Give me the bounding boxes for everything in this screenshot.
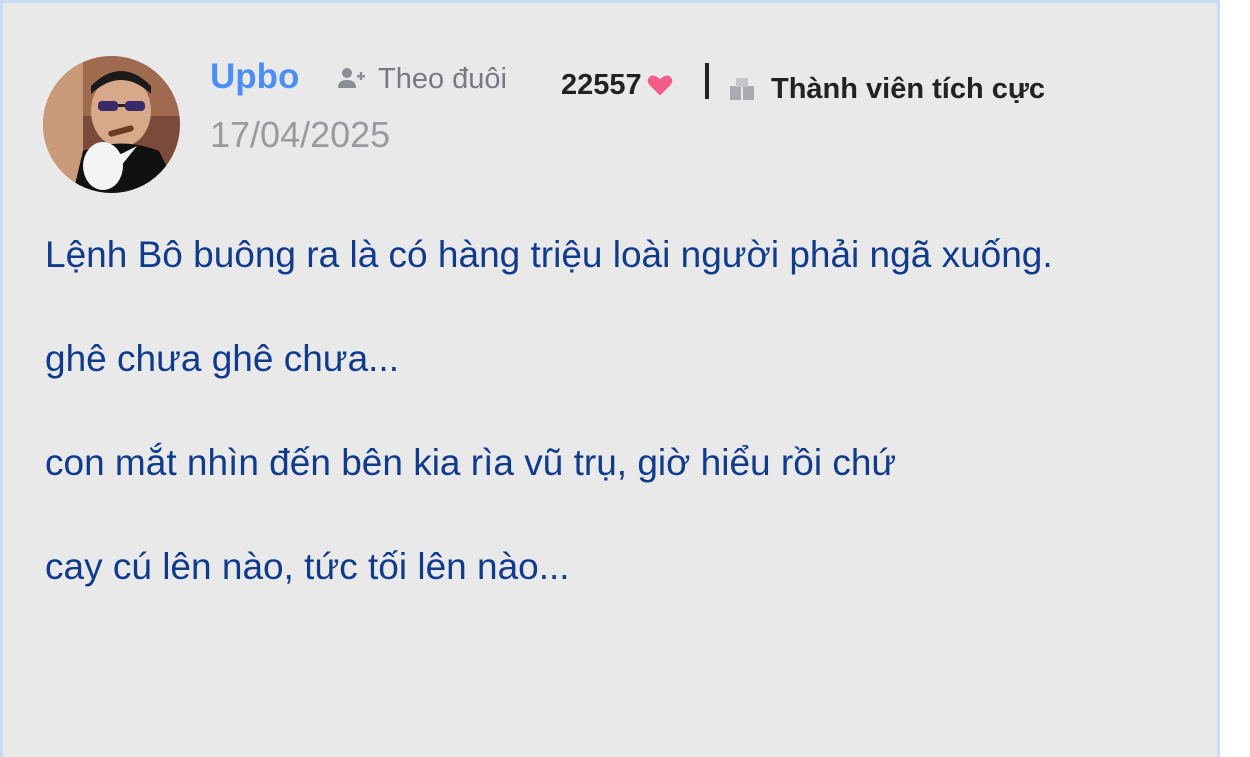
follow-button[interactable]: Theo đuôi <box>336 61 507 97</box>
member-rank-icon <box>730 78 754 100</box>
author-name[interactable]: Upbo <box>210 55 299 99</box>
page-margin <box>1222 0 1250 757</box>
user-plus-icon <box>338 68 365 88</box>
post-body: Lệnh Bô buông ra là có hàng triệu loài n… <box>45 225 1165 641</box>
heart-icon <box>647 75 672 96</box>
post-date: 17/04/2025 <box>210 114 391 155</box>
avatar[interactable] <box>43 56 180 193</box>
likes-count: 22557 <box>561 68 642 101</box>
post-card: Upbo Theo đuôi 17/04/2025 22557 Thành vi… <box>0 0 1220 757</box>
rank-label: Thành viên tích cực <box>771 72 1045 105</box>
follow-label: Theo đuôi <box>378 62 507 95</box>
post-paragraph: Lệnh Bô buông ra là có hàng triệu loài n… <box>45 234 1053 275</box>
likes-counter: 22557 <box>561 65 674 105</box>
divider <box>705 63 709 99</box>
avatar-image <box>43 56 180 193</box>
post-paragraph: cay cú lên nào, tức tối lên nào... <box>45 546 570 587</box>
post-paragraph: ghê chưa ghê chưa... <box>45 338 399 379</box>
member-rank: Thành viên tích cực <box>727 69 1045 109</box>
post-paragraph: con mắt nhìn đến bên kia rìa vũ trụ, giờ… <box>45 442 897 483</box>
